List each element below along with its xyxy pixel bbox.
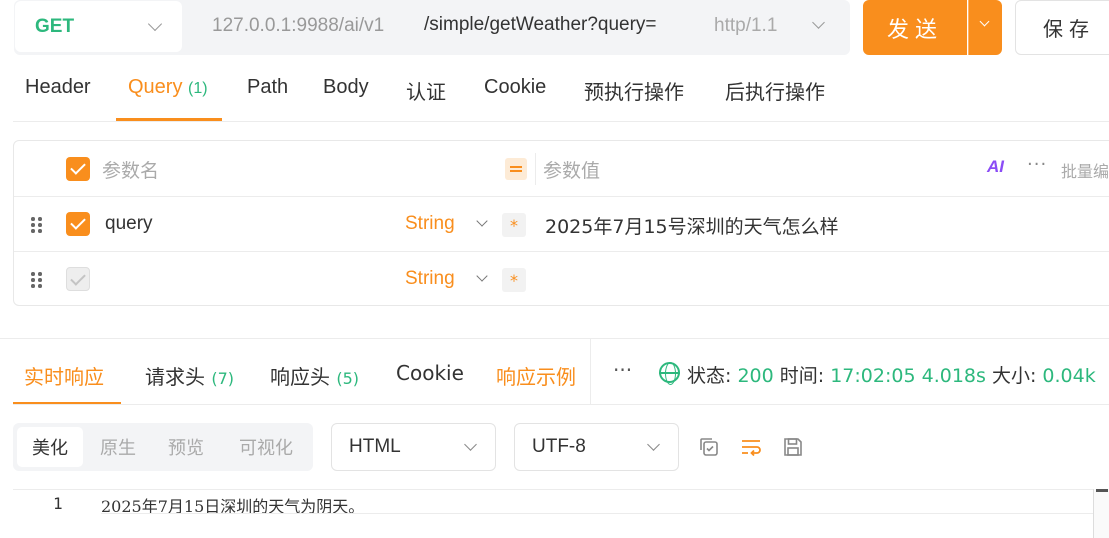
tab-query[interactable]: Query (1)	[128, 76, 208, 99]
tab-body[interactable]: Body	[323, 76, 369, 99]
tab-cookie[interactable]: Cookie	[396, 361, 464, 385]
tab-cookie[interactable]: Cookie	[484, 76, 546, 99]
tab-path[interactable]: Path	[247, 76, 288, 99]
scrollbar[interactable]	[1093, 489, 1109, 538]
table-row: query String * 2025年7月15号深圳的天气怎么样	[14, 196, 1109, 251]
status-label: 状态:	[687, 365, 732, 387]
response-status-line: 状态: 200 时间: 17:02:05 4.018s 大小: 0.04k	[687, 361, 1096, 388]
method-label: GET	[35, 15, 75, 37]
response-duration: 4.018s	[921, 365, 986, 387]
path-input[interactable]: /simple/getWeather?query=	[424, 14, 657, 36]
method-select[interactable]: GET	[15, 1, 182, 52]
tab-query-count: (1)	[188, 80, 208, 97]
time-label: 时间:	[779, 365, 825, 387]
base-url[interactable]: 127.0.0.1:9988/ai/v1	[212, 15, 384, 37]
tab-query-label: Query	[128, 76, 183, 98]
view-mode-pretty[interactable]: 美化	[17, 427, 83, 467]
required-toggle[interactable]: *	[502, 268, 526, 292]
column-separator	[535, 153, 536, 185]
equals-icon[interactable]	[505, 158, 527, 180]
chevron-down-icon[interactable]	[476, 215, 488, 227]
protocol-select[interactable]: http/1.1	[714, 15, 777, 37]
param-type-select[interactable]: String	[405, 213, 455, 235]
row-checkbox[interactable]	[66, 267, 90, 291]
bulk-edit-button[interactable]: 批量编辑	[1061, 158, 1109, 182]
ai-icon[interactable]: AI	[987, 157, 1004, 177]
divider	[590, 339, 591, 405]
tab-pre-actions[interactable]: 预执行操作	[584, 76, 684, 105]
response-time: 17:02:05	[830, 365, 916, 387]
drag-handle-icon[interactable]	[31, 272, 43, 288]
chevron-down-icon[interactable]	[476, 270, 488, 282]
view-mode-visualize[interactable]: 可视化	[223, 427, 309, 467]
size-label: 大小:	[991, 365, 1037, 387]
param-value-header: 参数值	[543, 160, 601, 182]
tab-response-headers-count: (5)	[336, 369, 360, 388]
tab-post-actions[interactable]: 后执行操作	[725, 76, 825, 105]
select-all-checkbox[interactable]	[66, 157, 90, 181]
save-button[interactable]: 保存	[1015, 0, 1109, 55]
param-type-select[interactable]: String	[405, 268, 455, 290]
format-select[interactable]: HTML	[331, 423, 496, 471]
copy-icon[interactable]	[698, 436, 720, 458]
row-checkbox[interactable]	[66, 212, 90, 236]
more-icon[interactable]: ···	[613, 358, 632, 382]
table-row: String *	[14, 251, 1109, 306]
chevron-down-icon	[147, 16, 163, 32]
request-url-bar: GET 127.0.0.1:9988/ai/v1 /simple/getWeat…	[14, 0, 850, 55]
tab-response-headers[interactable]: 响应头 (5)	[270, 361, 359, 390]
send-button[interactable]: 发送	[863, 0, 967, 55]
globe-icon[interactable]	[659, 362, 680, 385]
tab-header[interactable]: Header	[25, 76, 91, 99]
response-body-editor[interactable]: 1 2025年7月15日深圳的天气为阴天。	[13, 489, 1109, 538]
tab-live-response[interactable]: 实时响应	[24, 361, 104, 390]
encoding-select-value: UTF-8	[532, 436, 586, 457]
view-mode-switcher: 美化 原生 预览 可视化	[13, 423, 313, 471]
view-mode-raw[interactable]: 原生	[85, 427, 151, 467]
tab-request-headers-count: (7)	[211, 369, 235, 388]
tab-auth[interactable]: 认证	[406, 76, 446, 105]
divider	[13, 404, 1109, 405]
wrap-icon[interactable]	[740, 436, 762, 458]
line-number: 1	[53, 494, 63, 513]
view-mode-preview[interactable]: 预览	[153, 427, 219, 467]
divider	[13, 121, 1109, 122]
param-value[interactable]: 2025年7月15号深圳的天气怎么样	[545, 212, 839, 239]
save-icon[interactable]	[782, 436, 804, 458]
tab-response-example[interactable]: 响应示例	[496, 361, 576, 390]
format-select-value: HTML	[349, 436, 401, 457]
query-params-table: 参数名 参数值 AI ··· 批量编辑 query String * 2025年…	[13, 140, 1109, 306]
more-icon[interactable]: ···	[1027, 154, 1047, 175]
encoding-select[interactable]: UTF-8	[514, 423, 679, 471]
tab-request-headers[interactable]: 请求头 (7)	[145, 361, 234, 390]
table-header: 参数名 参数值 AI ··· 批量编辑	[14, 141, 1109, 196]
drag-handle-icon[interactable]	[31, 217, 43, 233]
response-size: 0.04k	[1042, 365, 1096, 387]
chevron-down-icon	[647, 438, 660, 451]
required-toggle[interactable]: *	[502, 213, 526, 237]
tab-response-headers-label: 响应头	[270, 365, 330, 389]
param-name[interactable]: query	[105, 213, 153, 235]
chevron-down-icon[interactable]	[812, 16, 825, 29]
send-options-button[interactable]	[968, 0, 1002, 55]
chevron-down-icon	[464, 438, 477, 451]
status-code: 200	[737, 365, 774, 387]
param-name-header: 参数名	[102, 160, 160, 182]
line-guide	[101, 513, 1101, 514]
tab-request-headers-label: 请求头	[145, 365, 205, 389]
